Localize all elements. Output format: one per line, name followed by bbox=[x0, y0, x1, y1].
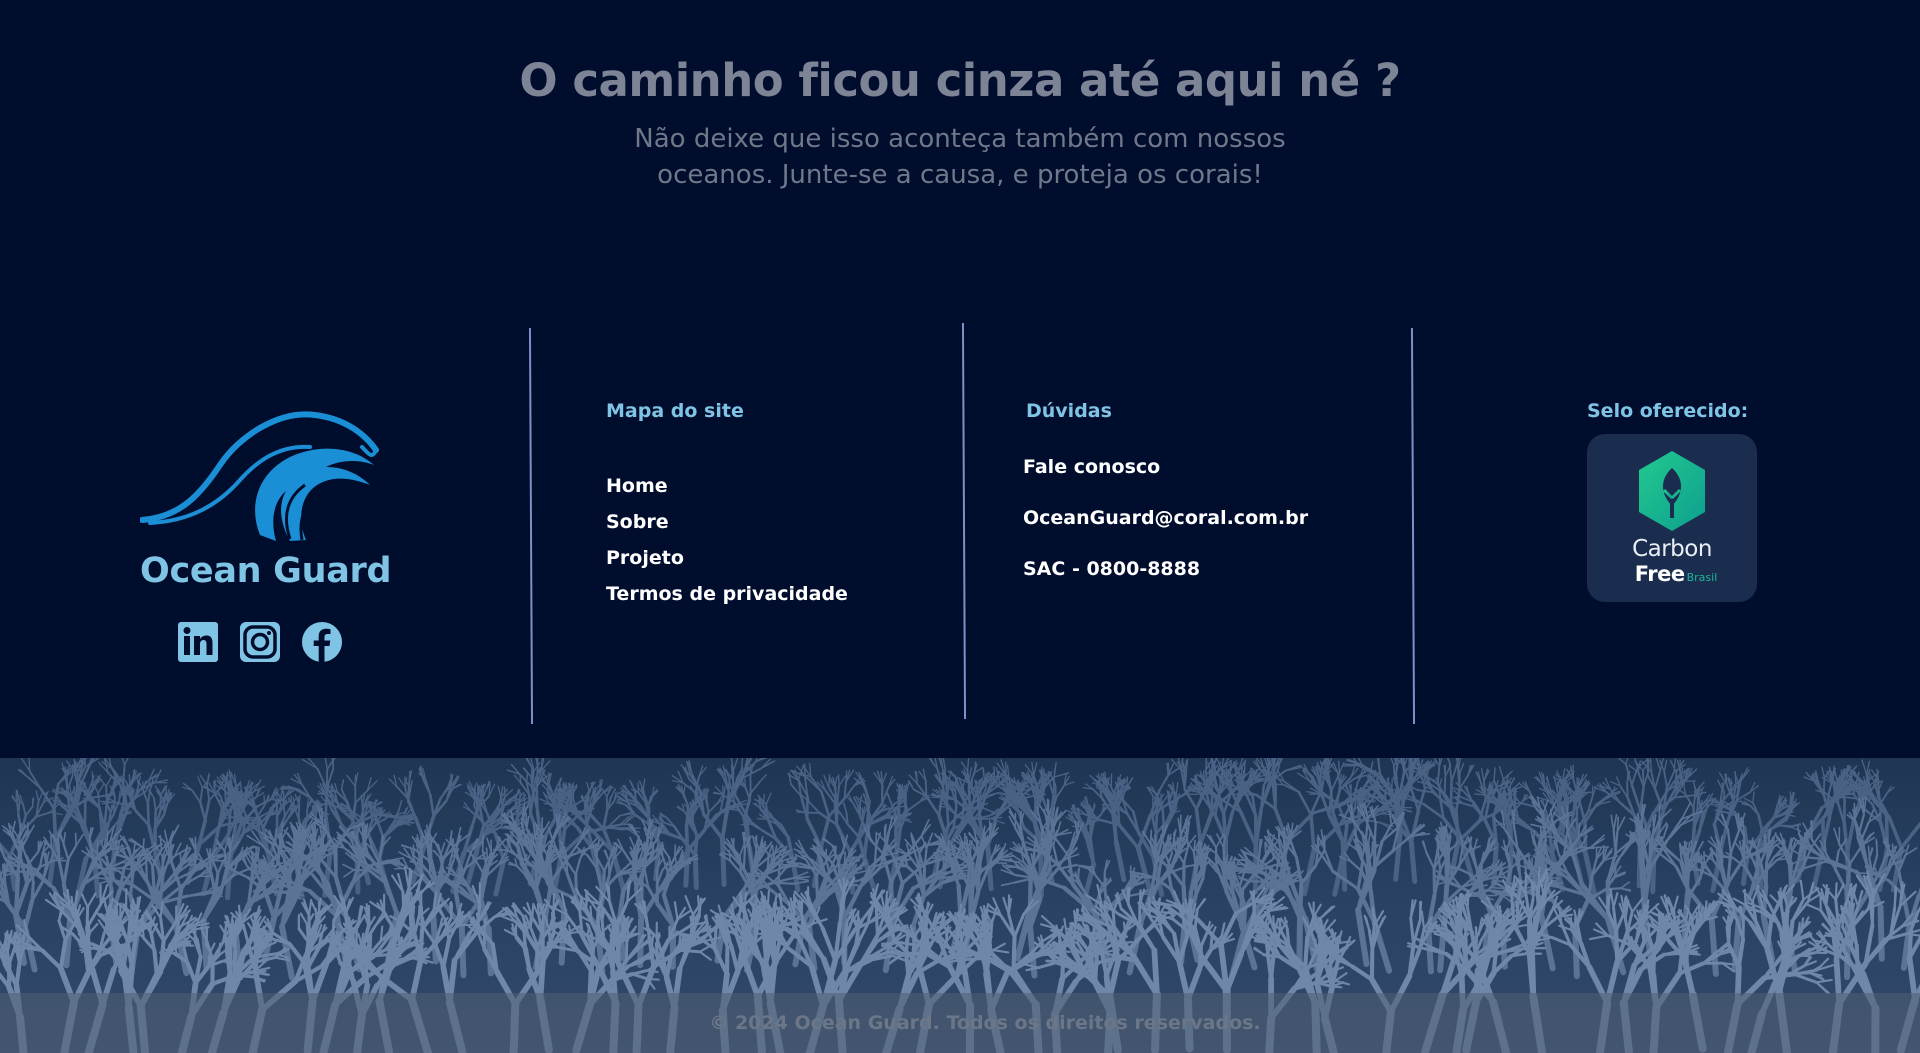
facebook-icon[interactable] bbox=[301, 621, 343, 663]
seal-title: Selo oferecido: bbox=[1587, 400, 1749, 422]
sitemap-column: Mapa do site Home Sobre Projeto Termos d… bbox=[606, 400, 848, 612]
brand-name: Ocean Guard bbox=[140, 551, 392, 591]
coral-banner: © 2024 Ocean Guard. Todos os direitos re… bbox=[0, 758, 1920, 1053]
badge-word-free: Free bbox=[1634, 562, 1685, 586]
help-list: Fale conosco OceanGuard@coral.com.br SAC… bbox=[1023, 452, 1308, 605]
social-links bbox=[140, 621, 380, 663]
hero-title: O caminho ficou cinza até aqui né ? bbox=[519, 54, 1401, 107]
copyright-text: © 2024 Ocean Guard. Todos os direitos re… bbox=[709, 1012, 1261, 1034]
help-column: Dúvidas Fale conosco OceanGuard@coral.co… bbox=[1023, 400, 1308, 605]
hero-subtitle: Não deixe que isso aconteça também com n… bbox=[634, 124, 1286, 190]
sitemap-link-privacy[interactable]: Termos de privacidade bbox=[606, 576, 848, 612]
brand-block: Ocean Guard bbox=[140, 405, 392, 663]
hero: O caminho ficou cinza até aqui né ? Não … bbox=[0, 54, 1920, 193]
sitemap-link-sobre[interactable]: Sobre bbox=[606, 504, 848, 540]
seal-column: Selo oferecido: Carbon Free Brasil bbox=[1587, 400, 1757, 602]
sitemap-list: Home Sobre Projeto Termos de privacidade bbox=[606, 468, 848, 612]
help-title: Dúvidas bbox=[1026, 400, 1112, 422]
divider bbox=[1410, 327, 1416, 725]
wave-icon bbox=[140, 411, 379, 541]
email-link[interactable]: OceanGuard@coral.com.br bbox=[1023, 503, 1308, 554]
sitemap-link-projeto[interactable]: Projeto bbox=[606, 540, 848, 576]
instagram-icon[interactable] bbox=[239, 621, 281, 663]
carbon-free-badge[interactable]: Carbon Free Brasil bbox=[1587, 434, 1757, 602]
sitemap-title: Mapa do site bbox=[606, 400, 744, 422]
phone-link[interactable]: SAC - 0800-8888 bbox=[1023, 554, 1308, 605]
sitemap-link-home[interactable]: Home bbox=[606, 468, 848, 504]
badge-word-brasil: Brasil bbox=[1686, 571, 1718, 584]
contact-link[interactable]: Fale conosco bbox=[1023, 452, 1308, 503]
page: O caminho ficou cinza até aqui né ? Não … bbox=[0, 0, 1920, 1053]
leaf-hexagon-icon bbox=[1639, 451, 1705, 531]
divider bbox=[528, 327, 534, 725]
linkedin-icon[interactable] bbox=[177, 621, 219, 663]
badge-word-carbon: Carbon bbox=[1632, 536, 1712, 562]
divider bbox=[961, 322, 967, 720]
copyright-bar: © 2024 Ocean Guard. Todos os direitos re… bbox=[0, 993, 1920, 1053]
